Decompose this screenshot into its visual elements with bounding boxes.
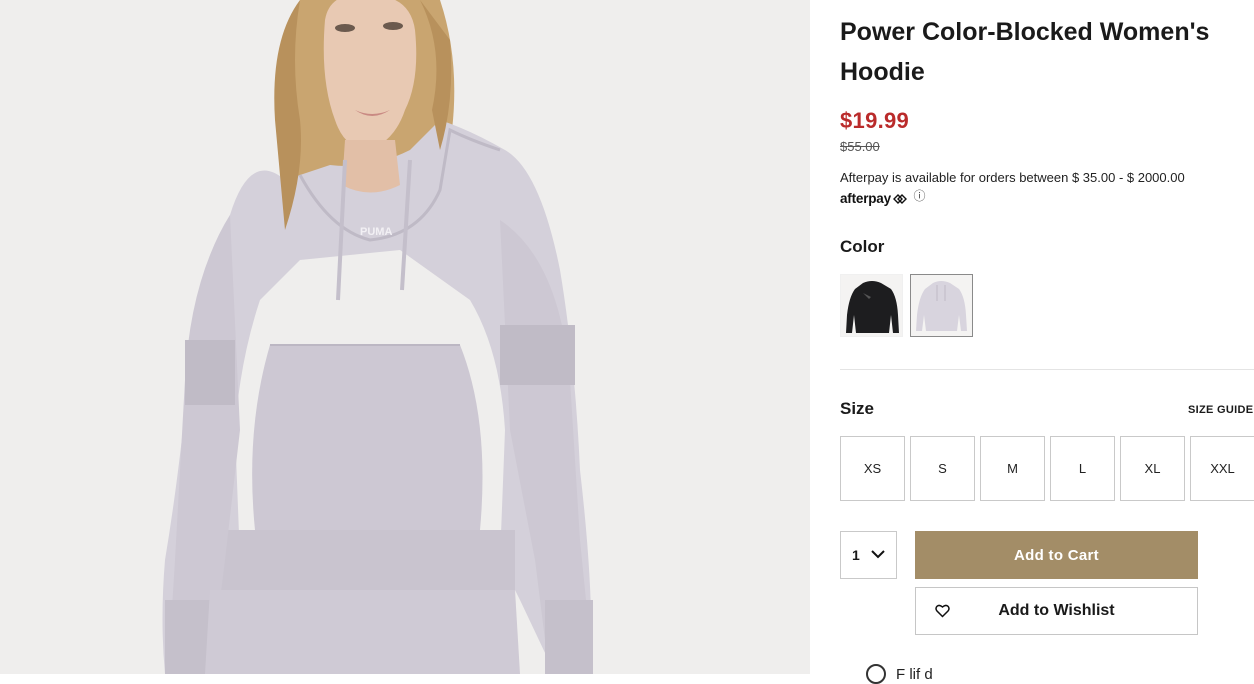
- size-option-s[interactable]: S: [910, 436, 975, 501]
- size-option-xs[interactable]: XS: [840, 436, 905, 501]
- afterpay-logo: afterpay: [840, 191, 907, 206]
- afterpay-message: Afterpay is available for orders between…: [840, 170, 1185, 185]
- svg-text:PUMA: PUMA: [360, 226, 392, 238]
- model-hoodie-illustration: PUMA: [0, 0, 810, 674]
- quantity-select[interactable]: 1: [840, 531, 897, 579]
- color-swatch-black[interactable]: [840, 274, 903, 337]
- size-option-m[interactable]: M: [980, 436, 1045, 501]
- original-price: $55.00: [840, 139, 880, 154]
- add-to-wishlist-label: Add to Wishlist: [998, 602, 1115, 619]
- size-options: XS S M L XL XXL: [840, 436, 1254, 501]
- add-to-cart-button[interactable]: Add to Cart: [915, 531, 1198, 579]
- add-to-wishlist-button[interactable]: Add to Wishlist: [915, 587, 1198, 635]
- color-label: Color: [840, 237, 885, 256]
- lilac-hoodie-thumbnail-icon: [911, 275, 972, 336]
- size-option-l[interactable]: L: [1050, 436, 1115, 501]
- product-photo: PUMA: [0, 0, 810, 674]
- size-option-xxl[interactable]: XXL: [1190, 436, 1254, 501]
- heart-icon: [935, 604, 950, 618]
- quantity-value: 1: [852, 547, 860, 563]
- sale-price: $19.99: [840, 108, 910, 133]
- product-title: Power Color-Blocked Women's Hoodie: [840, 18, 1210, 86]
- location-pin-icon: [866, 664, 886, 684]
- afterpay-arrows-icon: [892, 193, 907, 204]
- afterpay-logo-text: afterpay: [840, 191, 891, 206]
- section-divider: [840, 369, 1254, 370]
- color-swatch-lilac[interactable]: [910, 274, 973, 337]
- size-label: Size: [840, 399, 875, 418]
- chevron-down-icon: [871, 550, 885, 559]
- product-info-panel: Power Color-Blocked Women's Hoodie $19.9…: [840, 0, 1254, 684]
- black-hoodie-thumbnail-icon: [841, 275, 902, 336]
- size-guide-link[interactable]: SIZE GUIDE: [1188, 404, 1253, 416]
- size-option-xl[interactable]: XL: [1120, 436, 1185, 501]
- afterpay-info-icon[interactable]: ⓘ: [913, 190, 926, 203]
- footer-peek: F lif d: [866, 664, 933, 684]
- footer-peek-text: F lif d: [896, 665, 933, 683]
